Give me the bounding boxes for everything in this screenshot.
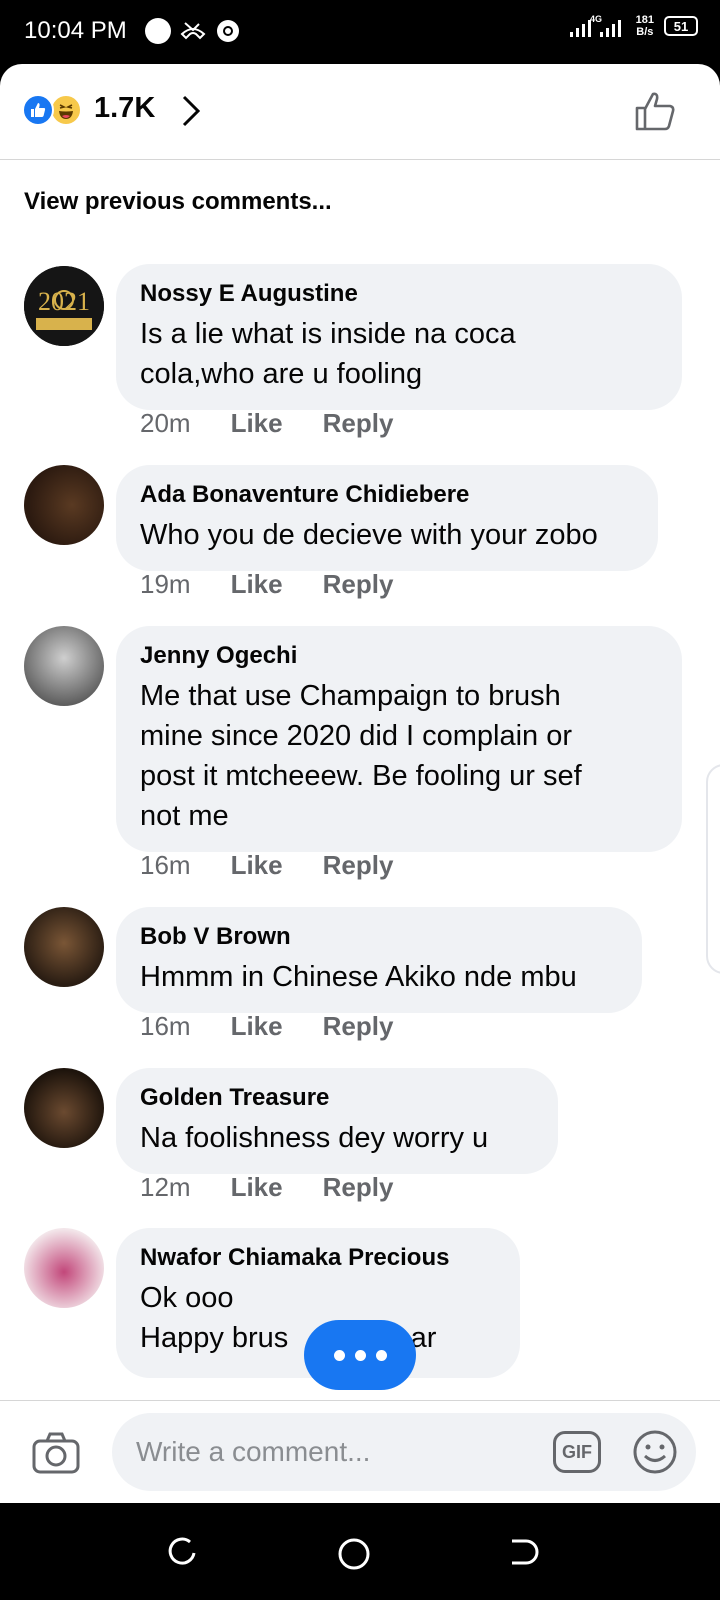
comment-line: mine since 2020 did I complain or bbox=[140, 720, 573, 752]
comment-time: 16m bbox=[140, 1011, 191, 1041]
comment-line-part: Happy brus bbox=[140, 1322, 289, 1354]
reaction-count: 1.7K bbox=[94, 92, 156, 124]
comment-author[interactable]: Golden Treasure bbox=[140, 1084, 534, 1112]
gif-button[interactable]: GIF bbox=[553, 1431, 601, 1473]
avatar[interactable] bbox=[24, 1068, 104, 1148]
signal-icon: 4G bbox=[569, 14, 621, 37]
comment-actions: 20m Like Reply bbox=[140, 408, 393, 439]
view-previous-comments-link[interactable]: View previous comments... bbox=[24, 188, 332, 216]
avatar[interactable] bbox=[24, 907, 104, 987]
comment-bubble[interactable]: Bob V Brown Hmmm in Chinese Akiko nde mb… bbox=[116, 907, 642, 1013]
side-panel-handle[interactable] bbox=[706, 764, 720, 974]
typing-dot bbox=[333, 1349, 345, 1361]
status-notification-icons bbox=[145, 18, 241, 44]
reactions-bar[interactable]: 1.7K bbox=[0, 64, 720, 160]
chevron-right-icon bbox=[182, 95, 201, 127]
avatar[interactable] bbox=[24, 1228, 104, 1308]
like-button[interactable]: Like bbox=[231, 1011, 283, 1042]
like-button[interactable]: Like bbox=[231, 850, 283, 881]
comment-line: Is a lie what is inside na coca bbox=[140, 318, 516, 350]
reply-button[interactable]: Reply bbox=[323, 1011, 394, 1042]
comment-text: Me that use Champaign to brush mine sinc… bbox=[140, 676, 658, 836]
avatar[interactable]: 2021 bbox=[24, 266, 104, 346]
comment-line: not me bbox=[140, 800, 229, 832]
reply-button[interactable]: Reply bbox=[323, 569, 394, 600]
home-icon[interactable] bbox=[337, 1537, 371, 1571]
recent-apps-icon[interactable] bbox=[168, 1537, 198, 1567]
comment-actions: 12m Like Reply bbox=[140, 1172, 393, 1203]
comment-bubble[interactable]: Nossy E Augustine Is a lie what is insid… bbox=[116, 264, 682, 410]
comment-author[interactable]: Nossy E Augustine bbox=[140, 280, 658, 308]
comment-author[interactable]: Jenny Ogechi bbox=[140, 642, 658, 670]
comment-line: Hmmm in Chinese Akiko nde mbu bbox=[140, 961, 577, 993]
reply-button[interactable]: Reply bbox=[323, 850, 394, 881]
comment-time: 12m bbox=[140, 1172, 191, 1202]
system-nav-bar bbox=[0, 1503, 720, 1600]
comment-time: 16m bbox=[140, 850, 191, 880]
camera-button[interactable] bbox=[32, 1431, 80, 1475]
comment-author[interactable]: Bob V Brown bbox=[140, 923, 618, 951]
typing-dot bbox=[375, 1349, 387, 1361]
emoji-button[interactable] bbox=[632, 1429, 678, 1475]
comment-text: Who you de decieve with your zobo bbox=[140, 515, 634, 555]
status-bar: 10:04 PM 4G 181 B/s 51 bbox=[0, 0, 720, 64]
comment-actions: 16m Like Reply bbox=[140, 1011, 393, 1042]
comment-text: Is a lie what is inside na coca cola,who… bbox=[140, 314, 658, 394]
reply-button[interactable]: Reply bbox=[323, 408, 394, 439]
notification-dot-icon bbox=[145, 18, 171, 44]
comments-sheet: 1.7K View previous comments... 2021 Noss… bbox=[0, 64, 720, 1503]
back-icon[interactable] bbox=[508, 1537, 540, 1567]
comment-bubble[interactable]: Golden Treasure Na foolishness dey worry… bbox=[116, 1068, 558, 1174]
comment-text: Hmmm in Chinese Akiko nde mbu bbox=[140, 957, 618, 997]
comment-actions: 16m Like Reply bbox=[140, 850, 393, 881]
speed-unit: B/s bbox=[636, 26, 654, 38]
network-type: 4G bbox=[590, 14, 602, 24]
comment-line: cola,who are u fooling bbox=[140, 358, 423, 390]
comment-line: Me that use Champaign to brush bbox=[140, 680, 561, 712]
battery-indicator: 51 bbox=[664, 16, 698, 36]
like-post-button[interactable] bbox=[634, 90, 676, 132]
comment-line: Ok ooo bbox=[140, 1282, 234, 1314]
comment-text: Na foolishness dey worry u bbox=[140, 1118, 534, 1158]
speed-value: 181 bbox=[635, 14, 654, 26]
avatar[interactable] bbox=[24, 465, 104, 545]
comment-line: Who you de decieve with your zobo bbox=[140, 519, 598, 551]
typing-dot bbox=[354, 1349, 366, 1361]
reply-button[interactable]: Reply bbox=[323, 1172, 394, 1203]
comment-line: Na foolishness dey worry u bbox=[140, 1122, 489, 1154]
comment-author[interactable]: Nwafor Chiamaka Precious bbox=[140, 1244, 496, 1272]
status-time: 10:04 PM bbox=[24, 17, 127, 44]
haha-reaction-icon bbox=[50, 94, 82, 126]
like-reaction-icon bbox=[22, 94, 54, 126]
like-button[interactable]: Like bbox=[231, 408, 283, 439]
comment-input[interactable] bbox=[112, 1413, 696, 1491]
avatar[interactable] bbox=[24, 626, 104, 706]
like-button[interactable]: Like bbox=[231, 1172, 283, 1203]
comment-time: 19m bbox=[140, 569, 191, 599]
comment-author[interactable]: Ada Bonaventure Chidiebere bbox=[140, 481, 634, 509]
comment-actions: 19m Like Reply bbox=[140, 569, 393, 600]
network-speed: 181 B/s bbox=[636, 14, 654, 38]
like-button[interactable]: Like bbox=[231, 569, 283, 600]
status-right: 4G 181 B/s 51 bbox=[569, 14, 698, 38]
comment-bubble[interactable]: Ada Bonaventure Chidiebere Who you de de… bbox=[116, 465, 658, 571]
chrome-icon bbox=[217, 20, 239, 42]
comment-line: post it mtcheeew. Be fooling ur sef bbox=[140, 760, 582, 792]
typing-indicator bbox=[304, 1320, 416, 1390]
comment-time: 20m bbox=[140, 408, 191, 438]
comment-bubble[interactable]: Jenny Ogechi Me that use Champaign to br… bbox=[116, 626, 682, 852]
missed-call-icon bbox=[180, 22, 206, 40]
comment-composer: GIF bbox=[0, 1400, 720, 1503]
